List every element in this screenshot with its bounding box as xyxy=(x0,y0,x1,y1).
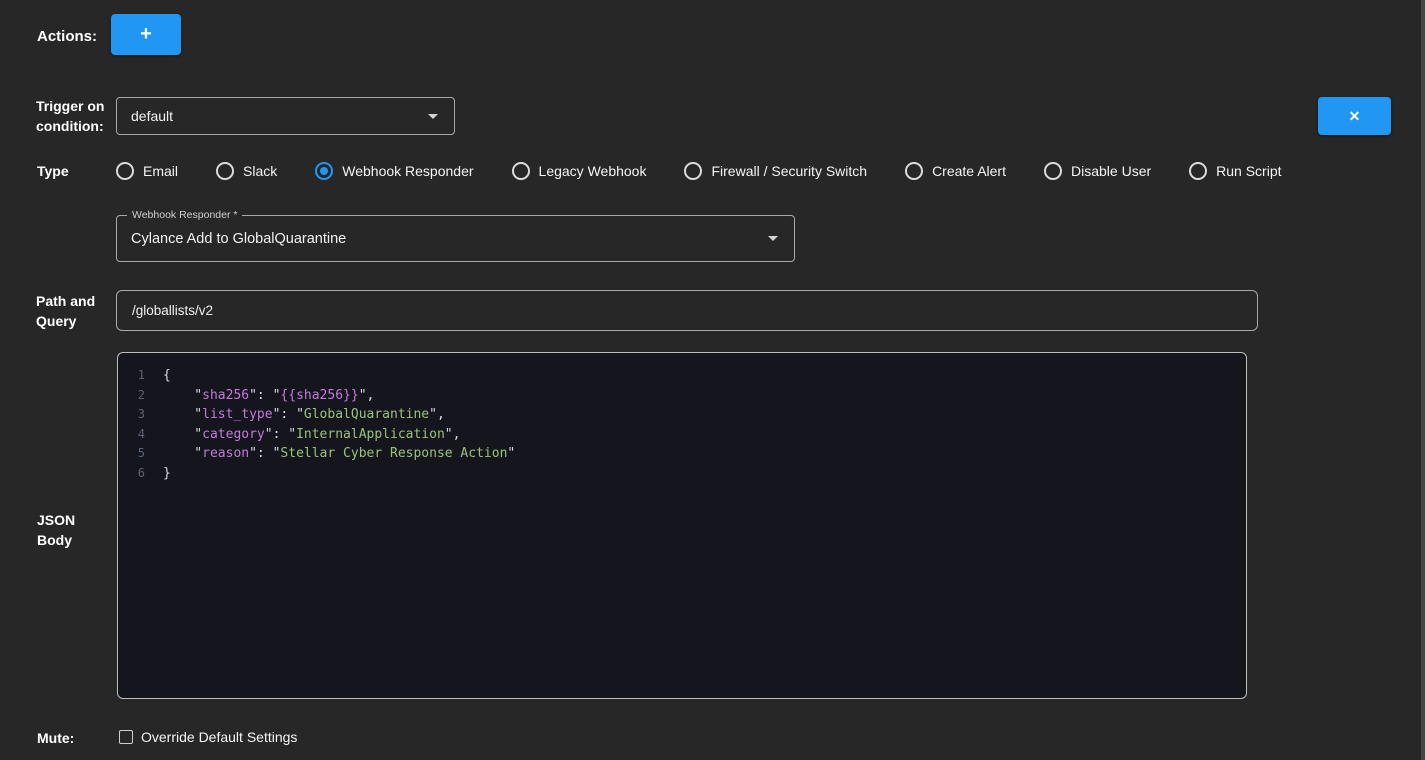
radio-option-create-alert[interactable]: Create Alert xyxy=(905,162,1006,180)
chevron-down-icon xyxy=(768,236,778,241)
mute-label: Mute: xyxy=(37,728,74,748)
line-number: 6 xyxy=(118,464,145,484)
radio-label: Email xyxy=(143,163,178,179)
radio-label: Disable User xyxy=(1071,163,1151,179)
scrollbar[interactable] xyxy=(1421,0,1425,760)
editor-gutter: 123456 xyxy=(118,366,154,698)
radio-option-email[interactable]: Email xyxy=(116,162,178,180)
close-icon: ✕ xyxy=(1349,108,1361,125)
json-body-label-line1: JSON xyxy=(37,510,75,530)
radio-option-firewall-security-switch[interactable]: Firewall / Security Switch xyxy=(684,162,867,180)
radio-option-webhook-responder[interactable]: Webhook Responder xyxy=(315,162,473,180)
trigger-label-line2: condition: xyxy=(36,116,104,136)
webhook-responder-select[interactable]: Webhook Responder * Cylance Add to Globa… xyxy=(116,215,795,262)
radio-label: Firewall / Security Switch xyxy=(711,163,867,179)
line-number: 3 xyxy=(118,405,145,425)
action-config-panel: Actions: + Trigger on condition: default… xyxy=(0,0,1425,760)
trigger-label-line1: Trigger on xyxy=(36,96,104,116)
radio-icon[interactable] xyxy=(216,162,234,180)
chevron-down-icon xyxy=(428,114,438,119)
override-default-settings-checkbox[interactable] xyxy=(119,730,133,744)
radio-option-disable-user[interactable]: Disable User xyxy=(1044,162,1151,180)
radio-option-legacy-webhook[interactable]: Legacy Webhook xyxy=(512,162,647,180)
type-radio-group: Email Slack Webhook Responder Legacy Webhoo… xyxy=(116,160,1282,182)
line-number: 5 xyxy=(118,444,145,464)
line-number: 1 xyxy=(118,366,145,386)
radio-icon[interactable] xyxy=(116,162,134,180)
path-query-input[interactable] xyxy=(116,290,1258,331)
radio-label: Create Alert xyxy=(932,163,1006,179)
remove-action-button[interactable]: ✕ xyxy=(1318,97,1391,135)
path-label-line2: Query xyxy=(36,311,95,331)
radio-icon[interactable] xyxy=(1044,162,1062,180)
actions-label: Actions: xyxy=(37,27,97,47)
code-line: "list_type": "GlobalQuarantine", xyxy=(163,405,1246,425)
trigger-condition-value: default xyxy=(117,108,428,124)
radio-option-slack[interactable]: Slack xyxy=(216,162,277,180)
radio-option-run-script[interactable]: Run Script xyxy=(1189,162,1281,180)
radio-selected-icon[interactable] xyxy=(315,162,333,180)
webhook-responder-label: Webhook Responder * xyxy=(127,208,242,222)
code-line: "sha256": "{{sha256}}", xyxy=(163,386,1246,406)
code-line: { xyxy=(163,366,1246,386)
editor-code[interactable]: { "sha256": "{{sha256}}", "list_type": "… xyxy=(154,366,1246,698)
radio-label: Slack xyxy=(243,163,277,179)
path-label-line1: Path and xyxy=(36,291,95,311)
radio-label: Run Script xyxy=(1216,163,1281,179)
code-line: "reason": "Stellar Cyber Response Action… xyxy=(163,444,1246,464)
webhook-responder-value: Cylance Add to GlobalQuarantine xyxy=(117,231,768,247)
code-line: } xyxy=(163,464,1246,484)
override-default-settings-label: Override Default Settings xyxy=(141,729,297,745)
add-action-button[interactable]: + xyxy=(111,14,181,55)
json-body-editor[interactable]: 123456 { "sha256": "{{sha256}}", "list_t… xyxy=(117,352,1247,699)
plus-icon: + xyxy=(140,23,152,46)
line-number: 4 xyxy=(118,425,145,445)
json-body-label-line2: Body xyxy=(37,530,75,550)
radio-icon[interactable] xyxy=(905,162,923,180)
radio-icon[interactable] xyxy=(512,162,530,180)
radio-icon[interactable] xyxy=(1189,162,1207,180)
radio-label: Webhook Responder xyxy=(342,163,473,179)
line-number: 2 xyxy=(118,386,145,406)
code-line: "category": "InternalApplication", xyxy=(163,425,1246,445)
type-label: Type xyxy=(37,161,69,181)
radio-icon[interactable] xyxy=(684,162,702,180)
radio-label: Legacy Webhook xyxy=(539,163,647,179)
trigger-condition-select[interactable]: default xyxy=(116,97,455,135)
override-default-settings-option[interactable]: Override Default Settings xyxy=(119,729,297,745)
